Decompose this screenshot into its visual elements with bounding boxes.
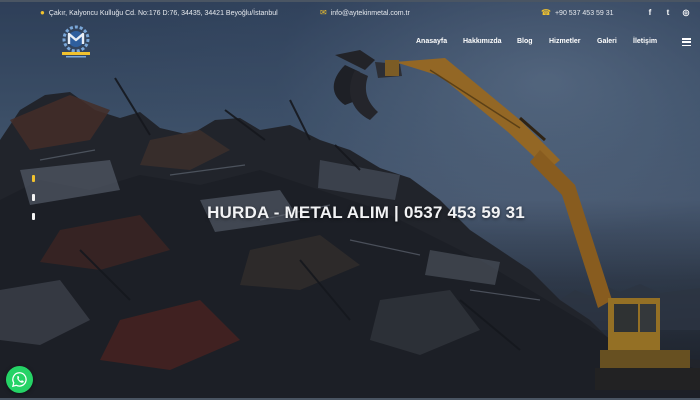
main-nav: Anasayfa Hakkımızda Blog Hizmetler Galer… <box>0 38 700 50</box>
hero-title: HURDA - METAL ALIM | 0537 453 59 31 <box>207 203 525 222</box>
address-text: Çakır, Kalyoncu Kulluğu Cd. No:176 D:76,… <box>48 9 278 17</box>
email-link[interactable]: info@aytekinmetal.com.tr <box>331 10 410 17</box>
email-item[interactable]: ✉ info@aytekinmetal.com.tr <box>320 9 410 17</box>
phone-item[interactable]: ☎ +90 537 453 59 31 <box>541 9 614 17</box>
twitter-icon[interactable]: t <box>664 8 672 17</box>
nav-item-iletisim[interactable]: İletişim <box>633 38 657 45</box>
top-info-bar: ● Çakır, Kalyoncu Kulluğu Cd. No:176 D:7… <box>0 0 700 28</box>
phone-icon: ☎ <box>541 8 551 17</box>
facebook-icon[interactable]: f <box>646 8 654 17</box>
hamburger-icon[interactable] <box>682 38 691 47</box>
nav-item-galeri[interactable]: Galeri <box>597 38 617 45</box>
social-links: f t ◎ <box>646 8 690 17</box>
whatsapp-icon <box>11 372 27 388</box>
instagram-icon[interactable]: ◎ <box>682 8 690 17</box>
phone-link[interactable]: +90 537 453 59 31 <box>555 10 614 17</box>
slide-dot-1[interactable] <box>32 175 35 182</box>
hero-section: ● Çakır, Kalyoncu Kulluğu Cd. No:176 D:7… <box>0 0 700 400</box>
nav-item-hakkimizda[interactable]: Hakkımızda <box>463 38 502 45</box>
address-item: ● Çakır, Kalyoncu Kulluğu Cd. No:176 D:7… <box>40 9 278 17</box>
nav-item-blog[interactable]: Blog <box>517 38 533 45</box>
nav-item-anasayfa[interactable]: Anasayfa <box>416 38 447 45</box>
slide-dot-2[interactable] <box>32 194 35 201</box>
nav-item-hizmetler[interactable]: Hizmetler <box>549 38 581 45</box>
hero-overlay <box>0 0 700 400</box>
top-edge-divider <box>0 0 700 2</box>
envelope-icon: ✉ <box>320 8 327 17</box>
location-pin-icon: ● <box>40 8 45 17</box>
whatsapp-button[interactable] <box>6 366 33 393</box>
